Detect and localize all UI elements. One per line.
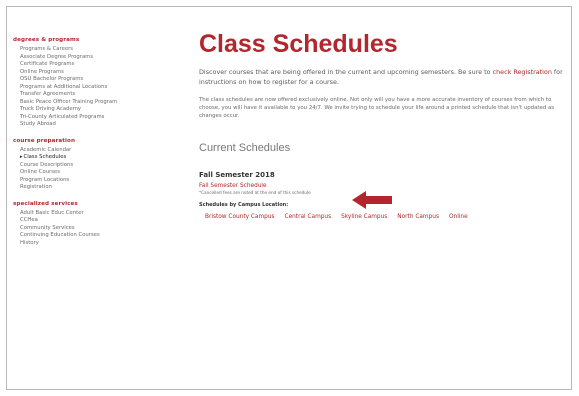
sidebar-item[interactable]: Basic Peace Officer Training Program bbox=[13, 99, 163, 107]
sidebar-heading: specialized services bbox=[13, 200, 78, 207]
online-note: The class schedules are now offered excl… bbox=[199, 97, 555, 119]
sidebar-group: degrees & programs Programs & Careers Asso… bbox=[13, 37, 163, 129]
sidebar-item[interactable]: Community Services bbox=[13, 225, 163, 233]
sidebar-group: course preparation Academic CalendarClass… bbox=[13, 138, 163, 192]
sidebar-item[interactable]: Adult Basic Educ Center bbox=[13, 210, 163, 218]
sidebar: degrees & programs Programs & Careers Asso… bbox=[13, 37, 163, 256]
sidebar-item[interactable]: Truck Driving Academy bbox=[13, 106, 163, 114]
sidebar-item[interactable]: Certificate Programs bbox=[13, 61, 163, 69]
campus-link[interactable]: Central Campus bbox=[285, 214, 332, 220]
page-title: Class Schedules bbox=[199, 30, 398, 58]
campus-link[interactable]: Bristow County Campus bbox=[205, 214, 275, 220]
sidebar-item[interactable]: Tri-County Articulated Programs bbox=[13, 114, 163, 122]
registration-link[interactable]: check Registration bbox=[493, 68, 552, 76]
sidebar-item[interactable]: Course Descriptions bbox=[13, 162, 163, 170]
sidebar-item[interactable]: Online Courses bbox=[13, 169, 163, 177]
fall-schedule-link[interactable]: Fall Semester Schedule bbox=[199, 183, 571, 189]
sidebar-item[interactable]: Study Abroad bbox=[13, 121, 163, 129]
intro-paragraph: Discover courses that are being offered … bbox=[199, 67, 567, 87]
campus-link[interactable]: Skyline Campus bbox=[341, 214, 387, 220]
sidebar-item[interactable]: Programs & Careers bbox=[13, 46, 163, 54]
sidebar-item[interactable]: Programs at Additional Locations bbox=[13, 84, 163, 92]
sidebar-item[interactable]: Associate Degree Programs bbox=[13, 54, 163, 62]
sidebar-item[interactable]: CCHea bbox=[13, 217, 163, 225]
sidebar-item[interactable]: History bbox=[13, 240, 163, 248]
semester-heading: Fall Semester 2018 bbox=[199, 171, 275, 180]
campus-link[interactable]: North Campus bbox=[397, 214, 439, 220]
sidebar-item[interactable]: Class Schedules bbox=[13, 154, 163, 162]
left-arrow-icon bbox=[352, 191, 392, 209]
sidebar-item[interactable]: Registration bbox=[13, 184, 163, 192]
campus-links: Bristow County Campus Central Campus Skyli… bbox=[199, 214, 571, 220]
sidebar-item[interactable]: Online Programs bbox=[13, 69, 163, 77]
sidebar-heading: degrees & programs bbox=[13, 37, 80, 43]
current-schedules-heading: Current Schedules bbox=[199, 142, 291, 155]
campus-link[interactable]: Online bbox=[449, 214, 468, 220]
sidebar-item[interactable]: Continuing Education Courses bbox=[13, 232, 163, 240]
sidebar-heading: course preparation bbox=[13, 137, 76, 144]
sidebar-item[interactable]: Academic Calendar bbox=[13, 147, 163, 155]
sidebar-item[interactable]: Transfer Agreements bbox=[13, 91, 163, 99]
sidebar-group: specialized services Adult Basic Educ Cen… bbox=[13, 201, 163, 248]
sidebar-item[interactable]: Program Locations bbox=[13, 177, 163, 185]
intro-text: Discover courses that are being offered … bbox=[199, 68, 493, 76]
sidebar-item[interactable]: OSU Bachelor Programs bbox=[13, 76, 163, 84]
